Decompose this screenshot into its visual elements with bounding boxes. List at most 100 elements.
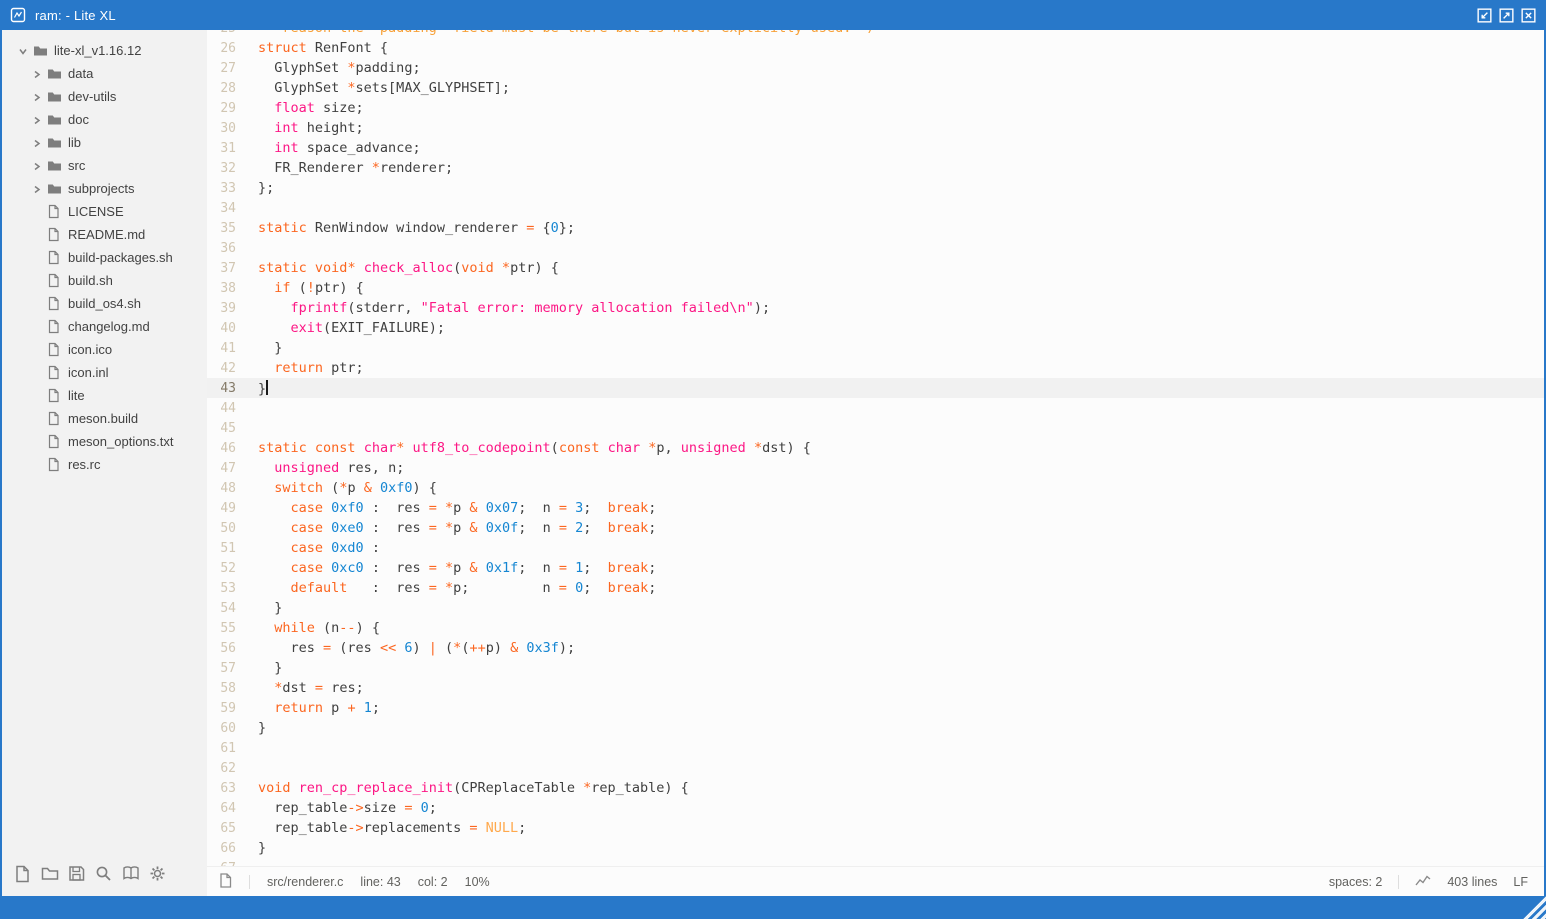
code-line-38[interactable]: 38 if (!ptr) { [207, 278, 1544, 298]
code-line-56[interactable]: 56 res = (res << 6) | (*(++p) & 0x3f); [207, 638, 1544, 658]
code-line-39[interactable]: 39 fprintf(stderr, "Fatal error: memory … [207, 298, 1544, 318]
code-line-53[interactable]: 53 default : res = *p; n = 0; break; [207, 578, 1544, 598]
tree-folder-src[interactable]: src [2, 154, 207, 177]
code-line-54[interactable]: 54 } [207, 598, 1544, 618]
tree-item-label: dev-utils [68, 89, 116, 104]
code-line-67[interactable]: 67 [207, 858, 1544, 866]
tree-file-lite[interactable]: lite [2, 384, 207, 407]
line-number: 41 [207, 341, 241, 356]
tree-file-build_os4.sh[interactable]: build_os4.sh [2, 292, 207, 315]
code-text: reason the "padding" field must be there… [241, 30, 876, 36]
code-line-46[interactable]: 46static const char* utf8_to_codepoint(c… [207, 438, 1544, 458]
code-line-25[interactable]: 25 reason the "padding" field must be th… [207, 30, 1544, 38]
tree-file-meson.build[interactable]: meson.build [2, 407, 207, 430]
code-line-36[interactable]: 36 [207, 238, 1544, 258]
code-line-64[interactable]: 64 rep_table->size = 0; [207, 798, 1544, 818]
status-col[interactable]: col: 2 [418, 875, 448, 889]
new-file-icon[interactable] [14, 865, 32, 883]
line-number: 45 [207, 421, 241, 436]
tree-folder-doc[interactable]: doc [2, 108, 207, 131]
code-line-43[interactable]: 43} [207, 378, 1544, 398]
file-icon [47, 342, 62, 357]
code-line-34[interactable]: 34 [207, 198, 1544, 218]
tree-file-LICENSE[interactable]: LICENSE [2, 200, 207, 223]
sidebar-toolbar [2, 860, 207, 896]
open-folder-icon[interactable] [41, 865, 59, 883]
search-icon[interactable] [95, 865, 113, 883]
code-line-48[interactable]: 48 switch (*p & 0xf0) { [207, 478, 1544, 498]
window-close-icon[interactable] [1521, 8, 1536, 23]
code-line-49[interactable]: 49 case 0xf0 : res = *p & 0x07; n = 3; b… [207, 498, 1544, 518]
code-line-66[interactable]: 66} [207, 838, 1544, 858]
code-line-29[interactable]: 29 float size; [207, 98, 1544, 118]
folder-icon [47, 135, 62, 150]
line-number: 30 [207, 121, 241, 136]
status-spaces[interactable]: spaces: 2 [1329, 875, 1383, 889]
tree-file-icon.inl[interactable]: icon.inl [2, 361, 207, 384]
code-text: return p + 1; [241, 700, 380, 716]
book-icon[interactable] [122, 865, 140, 883]
code-line-60[interactable]: 60} [207, 718, 1544, 738]
status-total-lines[interactable]: 403 lines [1447, 875, 1497, 889]
window-maximize-icon[interactable] [1499, 8, 1514, 23]
line-number: 60 [207, 721, 241, 736]
code-line-33[interactable]: 33}; [207, 178, 1544, 198]
code-line-50[interactable]: 50 case 0xe0 : res = *p & 0x0f; n = 2; b… [207, 518, 1544, 538]
code-editor[interactable]: 25 reason the "padding" field must be th… [207, 30, 1544, 866]
code-line-26[interactable]: 26struct RenFont { [207, 38, 1544, 58]
line-number: 25 [207, 30, 241, 36]
tree-folder-subprojects[interactable]: subprojects [2, 177, 207, 200]
code-line-57[interactable]: 57 } [207, 658, 1544, 678]
code-line-31[interactable]: 31 int space_advance; [207, 138, 1544, 158]
tree-file-icon.ico[interactable]: icon.ico [2, 338, 207, 361]
tree-folder-dev-utils[interactable]: dev-utils [2, 85, 207, 108]
code-line-28[interactable]: 28 GlyphSet *sets[MAX_GLYPHSET]; [207, 78, 1544, 98]
code-line-47[interactable]: 47 unsigned res, n; [207, 458, 1544, 478]
code-line-37[interactable]: 37static void* check_alloc(void *ptr) { [207, 258, 1544, 278]
titlebar[interactable]: ram: - Lite XL [0, 0, 1546, 30]
chart-icon [1415, 874, 1431, 890]
code-line-30[interactable]: 30 int height; [207, 118, 1544, 138]
status-line-ending[interactable]: LF [1513, 875, 1528, 889]
code-line-52[interactable]: 52 case 0xc0 : res = *p & 0x1f; n = 1; b… [207, 558, 1544, 578]
code-line-32[interactable]: 32 FR_Renderer *renderer; [207, 158, 1544, 178]
tree-item-label: meson.build [68, 411, 138, 426]
line-number: 53 [207, 581, 241, 596]
status-line[interactable]: line: 43 [360, 875, 400, 889]
tree-root-lite-xl_v1.16.12[interactable]: lite-xl_v1.16.12 [2, 39, 207, 62]
save-icon[interactable] [68, 865, 86, 883]
tree-file-README.md[interactable]: README.md [2, 223, 207, 246]
code-line-58[interactable]: 58 *dst = res; [207, 678, 1544, 698]
code-line-51[interactable]: 51 case 0xd0 : [207, 538, 1544, 558]
code-line-27[interactable]: 27 GlyphSet *padding; [207, 58, 1544, 78]
tree-file-res.rc[interactable]: res.rc [2, 453, 207, 476]
file-icon [219, 873, 232, 891]
line-number: 35 [207, 221, 241, 236]
resize-grip-icon[interactable] [1521, 896, 1546, 919]
code-text: *dst = res; [241, 680, 364, 696]
code-line-44[interactable]: 44 [207, 398, 1544, 418]
window-restore-icon[interactable] [1477, 8, 1492, 23]
tree-folder-data[interactable]: data [2, 62, 207, 85]
code-line-61[interactable]: 61 [207, 738, 1544, 758]
line-number: 58 [207, 681, 241, 696]
code-line-65[interactable]: 65 rep_table->replacements = NULL; [207, 818, 1544, 838]
tree-file-meson_options.txt[interactable]: meson_options.txt [2, 430, 207, 453]
tree-folder-lib[interactable]: lib [2, 131, 207, 154]
status-scroll-percent[interactable]: 10% [465, 875, 490, 889]
code-line-55[interactable]: 55 while (n--) { [207, 618, 1544, 638]
code-line-41[interactable]: 41 } [207, 338, 1544, 358]
code-line-40[interactable]: 40 exit(EXIT_FAILURE); [207, 318, 1544, 338]
tree-file-build-packages.sh[interactable]: build-packages.sh [2, 246, 207, 269]
code-text: case 0xe0 : res = *p & 0x0f; n = 2; brea… [241, 520, 656, 536]
settings-icon[interactable] [149, 865, 167, 883]
code-line-62[interactable]: 62 [207, 758, 1544, 778]
code-line-42[interactable]: 42 return ptr; [207, 358, 1544, 378]
tree-file-changelog.md[interactable]: changelog.md [2, 315, 207, 338]
code-line-35[interactable]: 35static RenWindow window_renderer = {0}… [207, 218, 1544, 238]
code-line-45[interactable]: 45 [207, 418, 1544, 438]
tree-file-build.sh[interactable]: build.sh [2, 269, 207, 292]
code-line-59[interactable]: 59 return p + 1; [207, 698, 1544, 718]
code-line-63[interactable]: 63void ren_cp_replace_init(CPReplaceTabl… [207, 778, 1544, 798]
tree-item-label: build-packages.sh [68, 250, 173, 265]
